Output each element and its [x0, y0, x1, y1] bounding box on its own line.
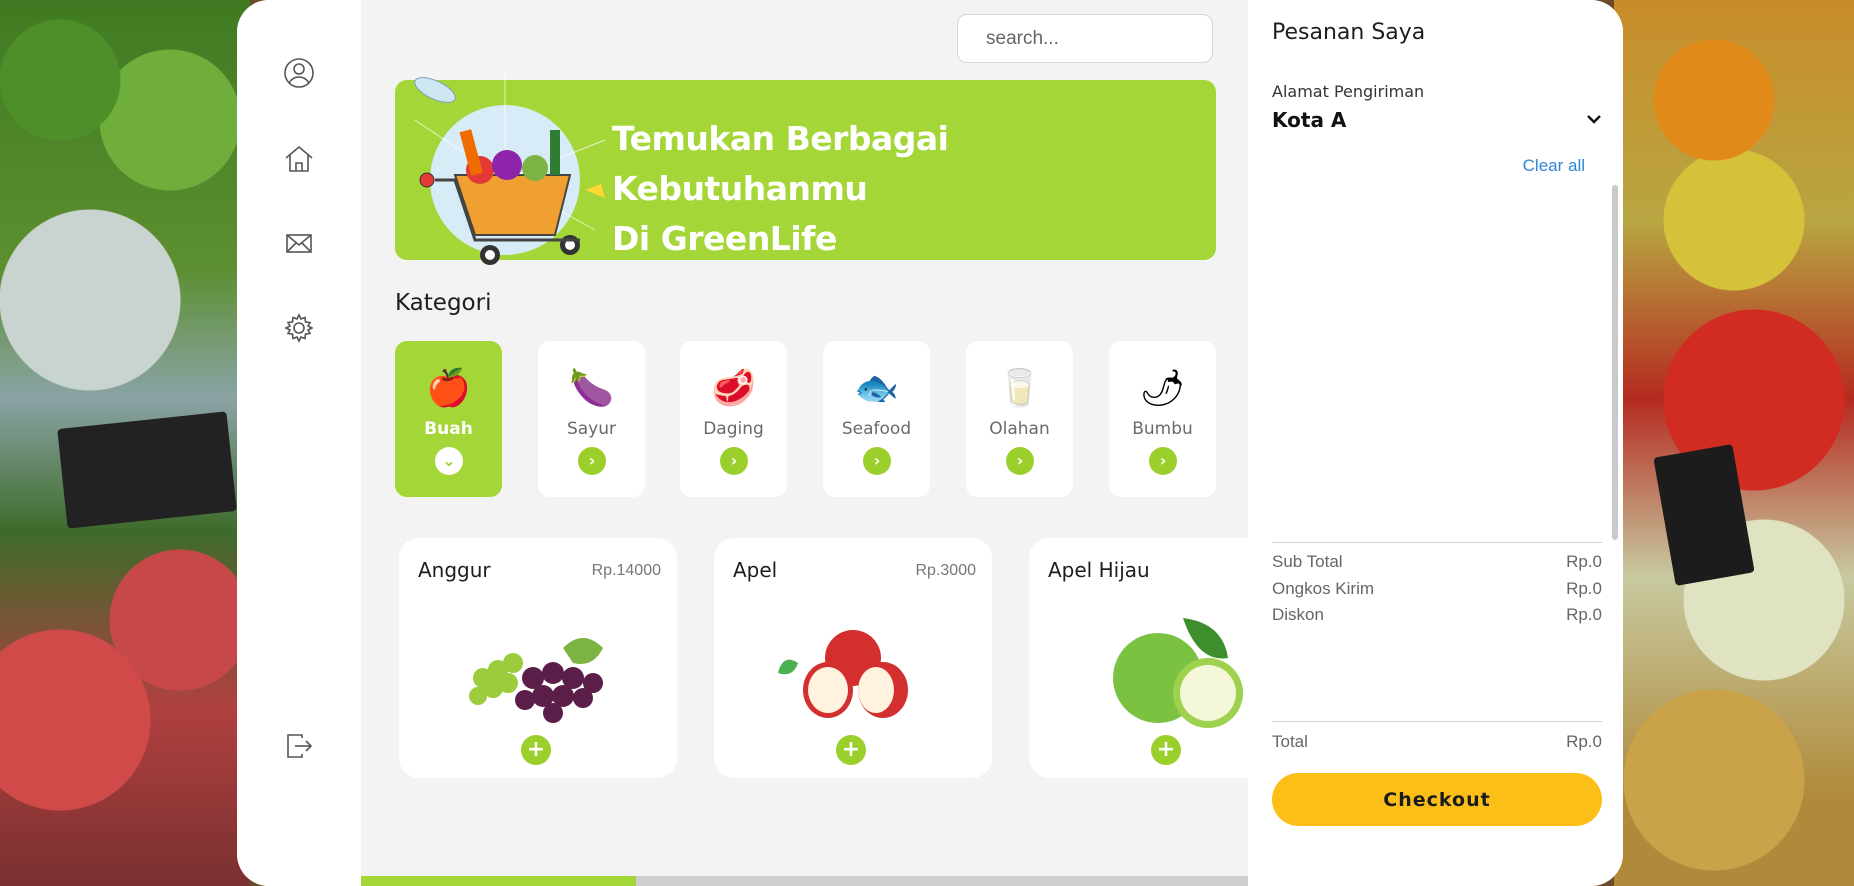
category-label: Daging — [703, 419, 764, 439]
order-title: Pesanan Saya — [1272, 20, 1426, 45]
app-window: Temukan Berbagai Kebutuhanmu Di GreenLif… — [237, 0, 1623, 886]
category-heading: Kategori — [395, 290, 492, 316]
fish-icon: 🐟 — [854, 368, 899, 409]
discount-value: Rp.0 — [1566, 605, 1602, 624]
green-apple-image — [1113, 618, 1243, 728]
category-bumbu[interactable]: 🌶 Bumbu › — [1109, 341, 1216, 497]
apple-icon: 🍎 — [426, 368, 471, 409]
product-card[interactable]: Apel Hijau Rp + — [1029, 538, 1248, 778]
product-price: Rp.14000 — [591, 562, 661, 579]
shipping-row: Ongkos Kirim Rp.0 — [1272, 579, 1602, 599]
address-label: Alamat Pengiriman — [1272, 82, 1425, 101]
category-olahan[interactable]: 🥛 Olahan › — [966, 341, 1073, 497]
price-sign-decoration — [57, 411, 237, 529]
product-card[interactable]: Anggur Rp.14000 + — [399, 538, 677, 778]
settings-icon[interactable] — [282, 311, 316, 345]
discount-row: Diskon Rp.0 — [1272, 605, 1602, 625]
eggplant-icon: 🍆 — [569, 368, 614, 409]
product-name: Apel — [733, 558, 778, 582]
category-label: Olahan — [989, 419, 1050, 439]
category-label: Sayur — [566, 419, 617, 439]
category-label: Seafood — [841, 419, 912, 439]
chevron-right-icon[interactable]: › — [1149, 447, 1177, 475]
subtotal-label: Sub Total — [1272, 552, 1343, 571]
shopping-cart-illustration — [414, 70, 606, 265]
shipping-label: Ongkos Kirim — [1272, 579, 1375, 598]
divider — [1272, 542, 1602, 543]
scrollbar-thumb[interactable] — [361, 876, 636, 886]
order-panel: Pesanan Saya Alamat Pengiriman Kota A Cl… — [1248, 0, 1623, 886]
promo-banner: Temukan Berbagai Kebutuhanmu Di GreenLif… — [395, 70, 1216, 265]
mail-icon[interactable] — [282, 226, 316, 260]
add-to-cart-button[interactable]: + — [836, 735, 866, 765]
product-price: Rp.3000 — [915, 562, 977, 579]
total-value: Rp.0 — [1566, 732, 1602, 751]
chevron-right-icon[interactable]: › — [863, 447, 891, 475]
chevron-right-icon[interactable]: › — [578, 447, 606, 475]
product-name: Apel Hijau — [1048, 558, 1150, 582]
spice-icon: 🌶 — [1139, 368, 1186, 409]
category-buah[interactable]: 🍎 Buah ⌄ — [395, 341, 502, 497]
milk-bottle-icon: 🥛 — [997, 368, 1042, 409]
add-to-cart-button[interactable]: + — [521, 735, 551, 765]
category-seafood[interactable]: 🐟 Seafood › — [823, 341, 930, 497]
address-select[interactable]: Kota A — [1272, 108, 1605, 138]
vertical-scrollbar[interactable] — [1612, 185, 1618, 540]
product-list: Anggur Rp.14000 + Apel Rp.3000 + Apel Hi… — [361, 538, 1248, 778]
address-value: Kota A — [1272, 108, 1347, 132]
horizontal-scrollbar[interactable] — [361, 876, 1248, 886]
chevron-right-icon[interactable]: › — [720, 447, 748, 475]
subtotal-row: Sub Total Rp.0 — [1272, 552, 1602, 572]
category-sayur[interactable]: 🍆 Sayur › — [538, 341, 645, 497]
banner-title-line2: Di GreenLife — [612, 219, 837, 258]
main-content: Temukan Berbagai Kebutuhanmu Di GreenLif… — [361, 0, 1248, 886]
price-sign-decoration — [1653, 444, 1755, 586]
subtotal-value: Rp.0 — [1566, 552, 1602, 571]
background-photo-right — [1614, 0, 1854, 886]
clear-all-link[interactable]: Clear all — [1523, 156, 1585, 176]
banner-title-line1: Temukan Berbagai Kebutuhanmu — [612, 119, 949, 208]
sidebar — [237, 0, 361, 886]
product-name: Anggur — [418, 558, 491, 582]
product-card[interactable]: Apel Rp.3000 + — [714, 538, 992, 778]
background-photo-left — [0, 0, 250, 886]
category-label: Bumbu — [1132, 419, 1193, 439]
divider — [1272, 721, 1602, 722]
chevron-down-icon[interactable]: ⌄ — [435, 447, 463, 475]
discount-label: Diskon — [1272, 605, 1324, 624]
search-input[interactable] — [957, 14, 1213, 63]
checkout-button[interactable]: Checkout — [1272, 773, 1602, 826]
meat-icon: 🥩 — [711, 368, 756, 409]
category-label: Buah — [424, 419, 473, 439]
chevron-down-icon — [1587, 115, 1601, 124]
total-row: Total Rp.0 — [1272, 732, 1602, 752]
chevron-right-icon[interactable]: › — [1006, 447, 1034, 475]
shipping-value: Rp.0 — [1566, 579, 1602, 598]
banner-title: Temukan Berbagai Kebutuhanmu Di GreenLif… — [612, 114, 1212, 264]
total-label: Total — [1272, 732, 1308, 751]
category-daging[interactable]: 🥩 Daging › — [680, 341, 787, 497]
category-list: 🍎 Buah ⌄ 🍆 Sayur › 🥩 Daging › 🐟 Seafood … — [395, 341, 1216, 497]
logout-icon[interactable] — [282, 729, 316, 763]
add-to-cart-button[interactable]: + — [1151, 735, 1181, 765]
user-icon[interactable] — [282, 56, 316, 90]
apple-image — [778, 630, 908, 718]
home-icon[interactable] — [282, 142, 316, 176]
grapes-image — [469, 638, 603, 723]
